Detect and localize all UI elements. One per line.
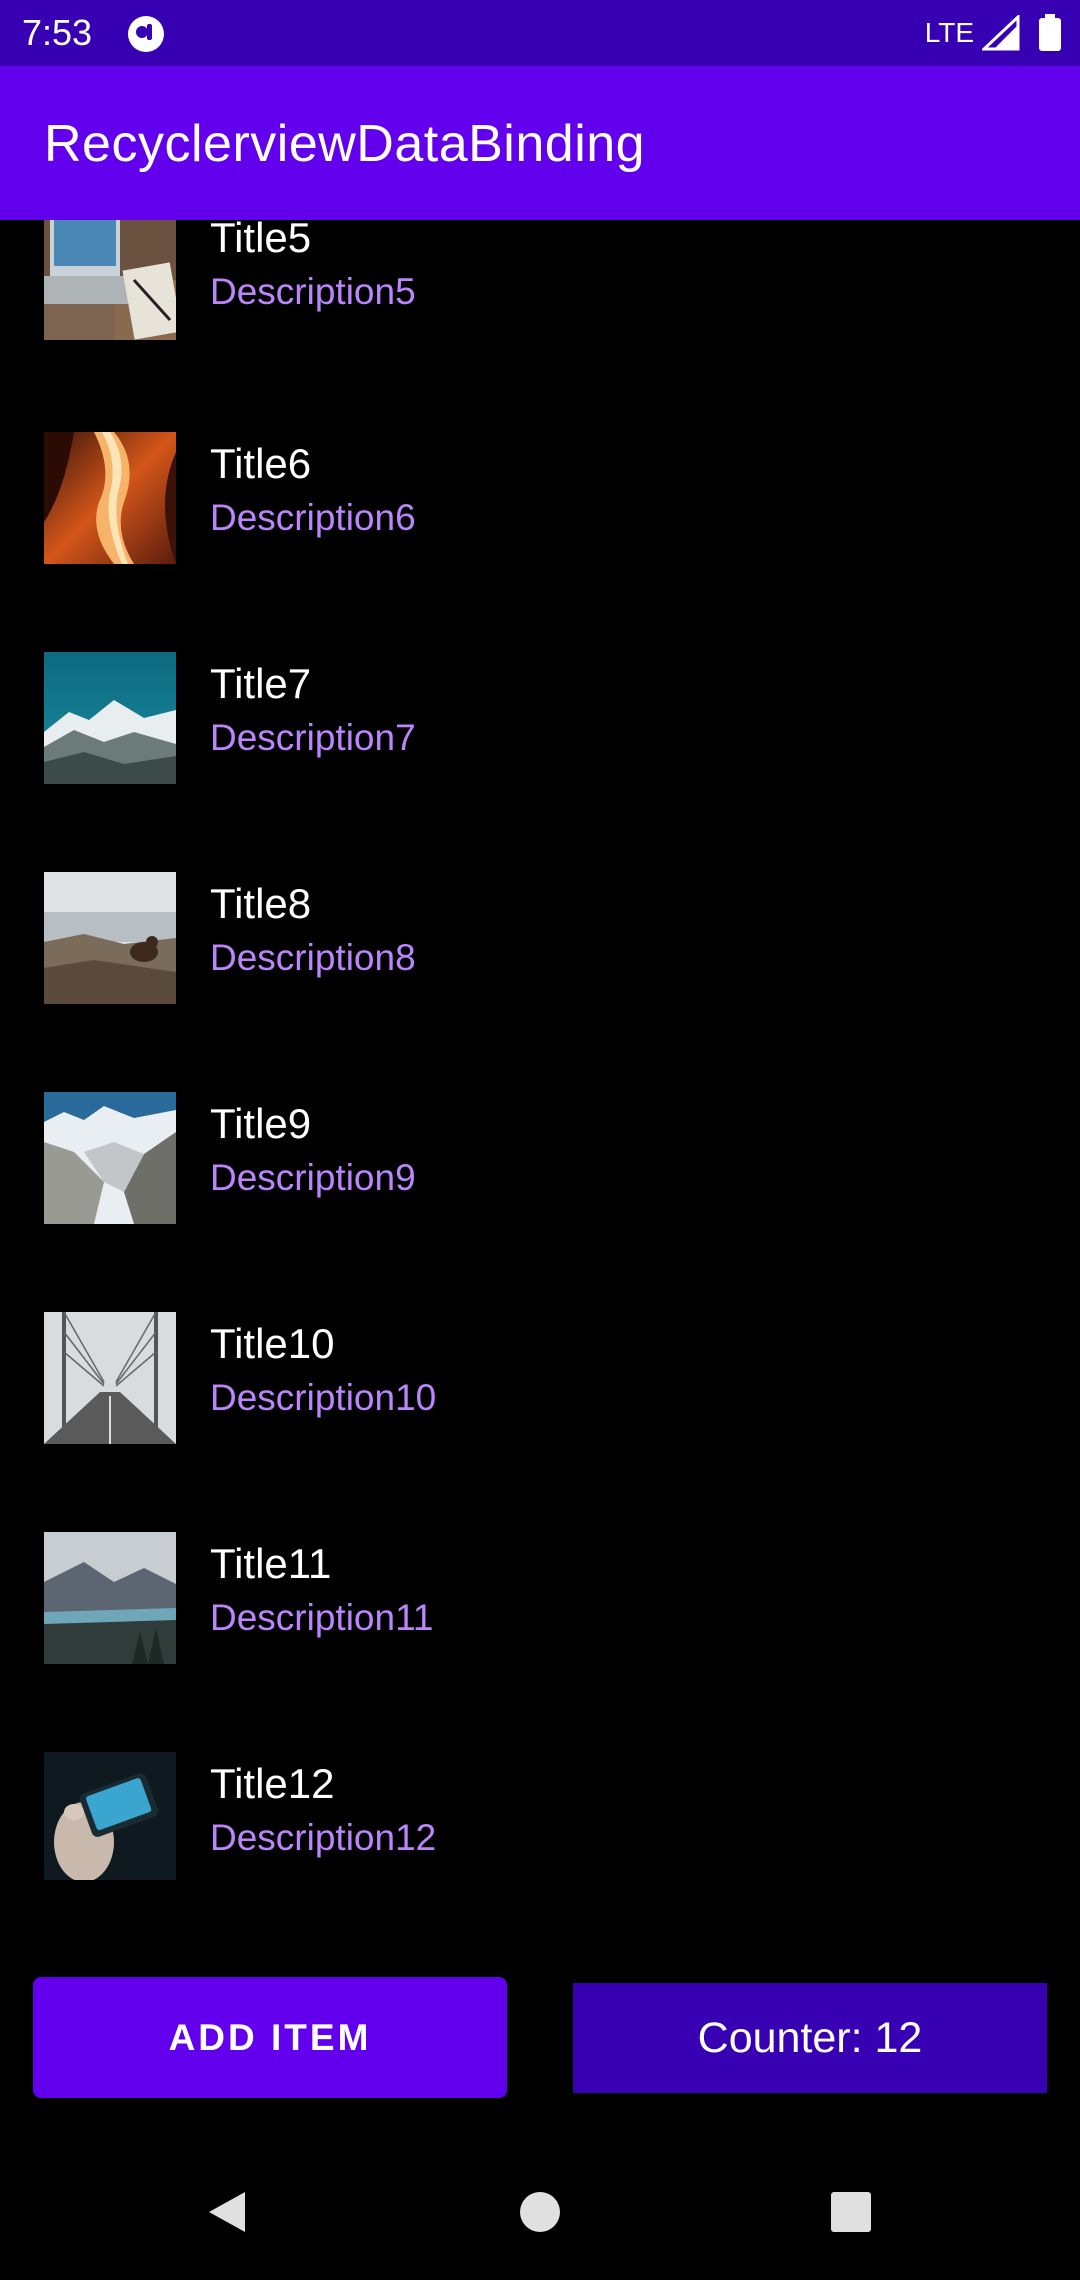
- recents-icon[interactable]: [829, 2190, 873, 2234]
- list-item[interactable]: Title5 Description5: [0, 220, 1080, 438]
- recycler-list[interactable]: Title5 Description5 Title6 Description6 …: [0, 220, 1080, 1880]
- item-title: Title5: [210, 220, 312, 261]
- item-title: Title9: [210, 1100, 312, 1147]
- network-type: LTE: [924, 17, 974, 48]
- home-icon[interactable]: [518, 2190, 562, 2234]
- counter-display: Counter: 12: [573, 1983, 1047, 2093]
- item-description: Description8: [210, 937, 416, 978]
- status-time: 7:53: [22, 12, 93, 53]
- app-title: RecyclerviewDataBinding: [44, 115, 646, 173]
- list-item[interactable]: Title12 Description12: [0, 1752, 1080, 1880]
- list-item[interactable]: Title11 Description11: [0, 1532, 1080, 1752]
- item-title: Title7: [210, 660, 312, 707]
- status-bar: 7:53 LTE: [0, 0, 1080, 66]
- item-description: Description12: [210, 1817, 437, 1858]
- item-title: Title12: [210, 1760, 335, 1807]
- signal-icon: [980, 13, 1020, 51]
- item-title: Title11: [210, 1540, 332, 1587]
- item-thumbnail: [44, 220, 176, 340]
- battery-icon: [1038, 14, 1062, 52]
- item-title: Title6: [210, 440, 312, 487]
- list-item[interactable]: Title9 Description9: [0, 1092, 1080, 1312]
- app-notification-icon: [127, 15, 165, 53]
- item-thumbnail: [44, 432, 176, 564]
- item-title: Title8: [210, 880, 312, 927]
- item-description: Description5: [210, 271, 416, 312]
- item-title: Title10: [210, 1320, 335, 1367]
- item-description: Description6: [210, 497, 416, 538]
- list-item[interactable]: Title6 Description6: [0, 432, 1080, 652]
- item-thumbnail: [44, 872, 176, 1004]
- back-icon[interactable]: [205, 2190, 249, 2234]
- list-item[interactable]: Title7 Description7: [0, 652, 1080, 872]
- add-item-button[interactable]: ADD ITEM: [33, 1977, 507, 2098]
- item-thumbnail: [44, 652, 176, 784]
- item-description: Description10: [210, 1377, 437, 1418]
- item-description: Description9: [210, 1157, 416, 1198]
- item-thumbnail: [44, 1312, 176, 1444]
- item-description: Description11: [210, 1597, 434, 1638]
- item-thumbnail: [44, 1092, 176, 1224]
- item-thumbnail: [44, 1752, 176, 1880]
- item-thumbnail: [44, 1532, 176, 1664]
- item-description: Description7: [210, 717, 416, 758]
- list-item[interactable]: Title8 Description8: [0, 872, 1080, 1092]
- list-item[interactable]: Title10 Description10: [0, 1312, 1080, 1532]
- app-toolbar: RecyclerviewDataBinding: [0, 66, 1080, 220]
